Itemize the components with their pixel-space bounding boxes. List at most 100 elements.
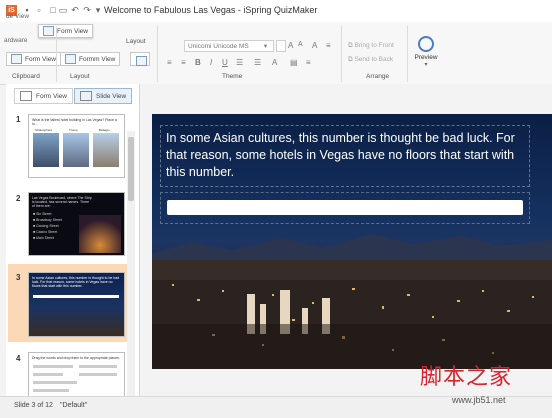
answer-input[interactable] (167, 200, 523, 215)
thumb-number: 1 (16, 115, 21, 124)
send-to-back-button[interactable]: ⧉ Send to Back (348, 56, 393, 64)
slide-position: Slide 3 of 12 (14, 402, 53, 409)
ribbon-separator (341, 26, 342, 82)
form-view-button[interactable]: Form View (6, 52, 61, 66)
slide-thumbnail[interactable]: Drag the words and drop them to the appr… (28, 352, 125, 396)
redo-icon[interactable]: ↷ (82, 5, 92, 15)
underline-icon[interactable]: U (222, 58, 228, 67)
bring-to-front-label: Bring to Front (354, 42, 394, 49)
group-label-clipboard: Clipboard (12, 73, 40, 80)
save-icon-alt[interactable]: ▫ (34, 5, 44, 15)
italic-icon[interactable]: I (210, 58, 212, 67)
form-view-icon (65, 54, 76, 65)
form-view-button-2[interactable]: Formm View (60, 52, 121, 66)
slide-thumbnail[interactable]: Las Vegas Boulevard, where The Strip is … (28, 192, 125, 256)
city-lights-image (152, 234, 552, 369)
shrink-font-icon[interactable]: A (298, 41, 303, 48)
grow-font-icon[interactable]: A (288, 41, 293, 50)
ribbon-tab-ghost: de View (6, 13, 30, 20)
slide-thumbnail[interactable]: What is the tallest hotel building in La… (28, 114, 125, 178)
form-view-popup[interactable]: Form View (38, 24, 93, 38)
form-view-popup-label: Form View (57, 28, 88, 35)
thumb-text: In some Asian cultures, this number is t… (32, 276, 120, 288)
tab-form-view[interactable]: Form View (14, 88, 73, 104)
slide-view-icon (80, 91, 92, 102)
preview-button[interactable]: Preview ▾ (413, 36, 439, 68)
layout-icon (136, 56, 147, 66)
form-view-icon (20, 91, 32, 102)
form-view-button-label: Form View (25, 56, 56, 63)
thumb-line (79, 373, 117, 376)
align-center-icon[interactable]: ≡ (181, 58, 186, 67)
slide-canvas[interactable]: In some Asian cultures, this number is t… (152, 114, 552, 369)
thumb-photo (93, 133, 119, 167)
window-title: Welcome to Fabulous Las Vegas - iSpring … (104, 5, 318, 15)
thumb-line (33, 389, 69, 392)
thumb-text: Drag the words and drop them to the appr… (32, 356, 120, 360)
slide-thumbnail[interactable]: In some Asian cultures, this number is t… (28, 272, 125, 337)
thumb-caption: Trump (69, 128, 78, 132)
clear-format-icon[interactable]: A (312, 41, 317, 50)
highlight-icon[interactable]: ▤ (290, 58, 298, 67)
thumb-number: 2 (16, 194, 21, 203)
thumb-caption: Stratosphere (35, 128, 53, 132)
form-view-icon (43, 26, 54, 37)
theme-name: "Default" (60, 402, 88, 409)
align-left-icon[interactable]: ≡ (167, 58, 172, 67)
thumb-text: What is the tallest hotel building in La… (32, 118, 117, 126)
form-view-button-2-label: Formm View (79, 56, 116, 63)
font-size-select[interactable] (276, 40, 286, 52)
open-icon[interactable]: ▭ (58, 5, 68, 15)
new-icon[interactable]: □ (48, 5, 58, 15)
question-text[interactable]: In some Asian cultures, this number is t… (166, 130, 516, 181)
bullets-icon[interactable]: ☰ (236, 58, 243, 67)
watermark-logo: 脚本之家 (420, 365, 513, 390)
slide-list-pane: Form View Slide View 1 What is the talle… (6, 84, 140, 396)
city-haze (152, 260, 552, 280)
customize-icon[interactable]: ▾ (93, 5, 103, 15)
thumb-line (33, 373, 63, 376)
ribbon-separator (407, 26, 408, 82)
tab-slide-view-label: Slide View (96, 93, 127, 100)
thumb-text: Las Vegas Boulevard, where The Strip is … (32, 196, 92, 208)
line-spacing-icon[interactable]: ≡ (326, 41, 331, 50)
thumb-answer-box (33, 295, 119, 298)
ribbon-tab-ghost-2: ardware (4, 37, 28, 44)
magnifier-icon (418, 36, 434, 52)
ribbon-separator (157, 26, 158, 82)
font-color-icon[interactable]: A (272, 58, 277, 67)
ribbon-separator (56, 26, 57, 82)
group-label-arrange: Arrange (366, 73, 390, 80)
thumb-line (79, 365, 117, 368)
form-view-icon (11, 54, 22, 65)
thumb-line (33, 381, 77, 384)
mountain-silhouette (152, 234, 552, 264)
justify-icon[interactable]: ≡ (306, 58, 311, 67)
layout-label-top: Layout (126, 38, 146, 45)
title-bar: iS ▪ ▫ □ ▭ ↶ ↷ ▾ Welcome to Fabulous Las… (0, 0, 552, 23)
ribbon: de View ardware Form View Layout Form Vi… (0, 13, 552, 85)
group-label-theme: Theme (222, 73, 243, 80)
tab-slide-view[interactable]: Slide View (74, 88, 133, 104)
thumb-caption: Bellagio (99, 128, 110, 132)
preview-label: Preview (414, 54, 438, 61)
font-dropdown-arrow[interactable]: ▾ (258, 40, 274, 52)
thumb-option: ■ Main Street (33, 236, 54, 240)
numbering-icon[interactable]: ☰ (254, 58, 261, 67)
bold-icon[interactable]: B (195, 58, 201, 67)
thumb-line (33, 365, 73, 368)
scrollbar-thumb[interactable] (128, 137, 134, 201)
thumb-number: 4 (16, 354, 21, 363)
bring-to-front-button[interactable]: ⧉ Bring to Front (348, 42, 394, 50)
thumb-number: 3 (16, 273, 21, 282)
tab-form-view-label: Form View (36, 93, 67, 100)
group-label-layout: Layout (70, 73, 90, 80)
send-to-back-label: Send to Back (354, 56, 394, 63)
chevron-down-icon: ▾ (424, 62, 428, 68)
thumb-options: ■ Sin Street ■ Broadway Street ■ Gaming … (33, 211, 62, 241)
watermark-url: www.jb51.net (452, 395, 506, 405)
thumb-photo (33, 133, 59, 167)
thumb-photo (79, 215, 121, 253)
layout-button[interactable] (130, 52, 150, 66)
undo-icon[interactable]: ↶ (70, 5, 80, 15)
